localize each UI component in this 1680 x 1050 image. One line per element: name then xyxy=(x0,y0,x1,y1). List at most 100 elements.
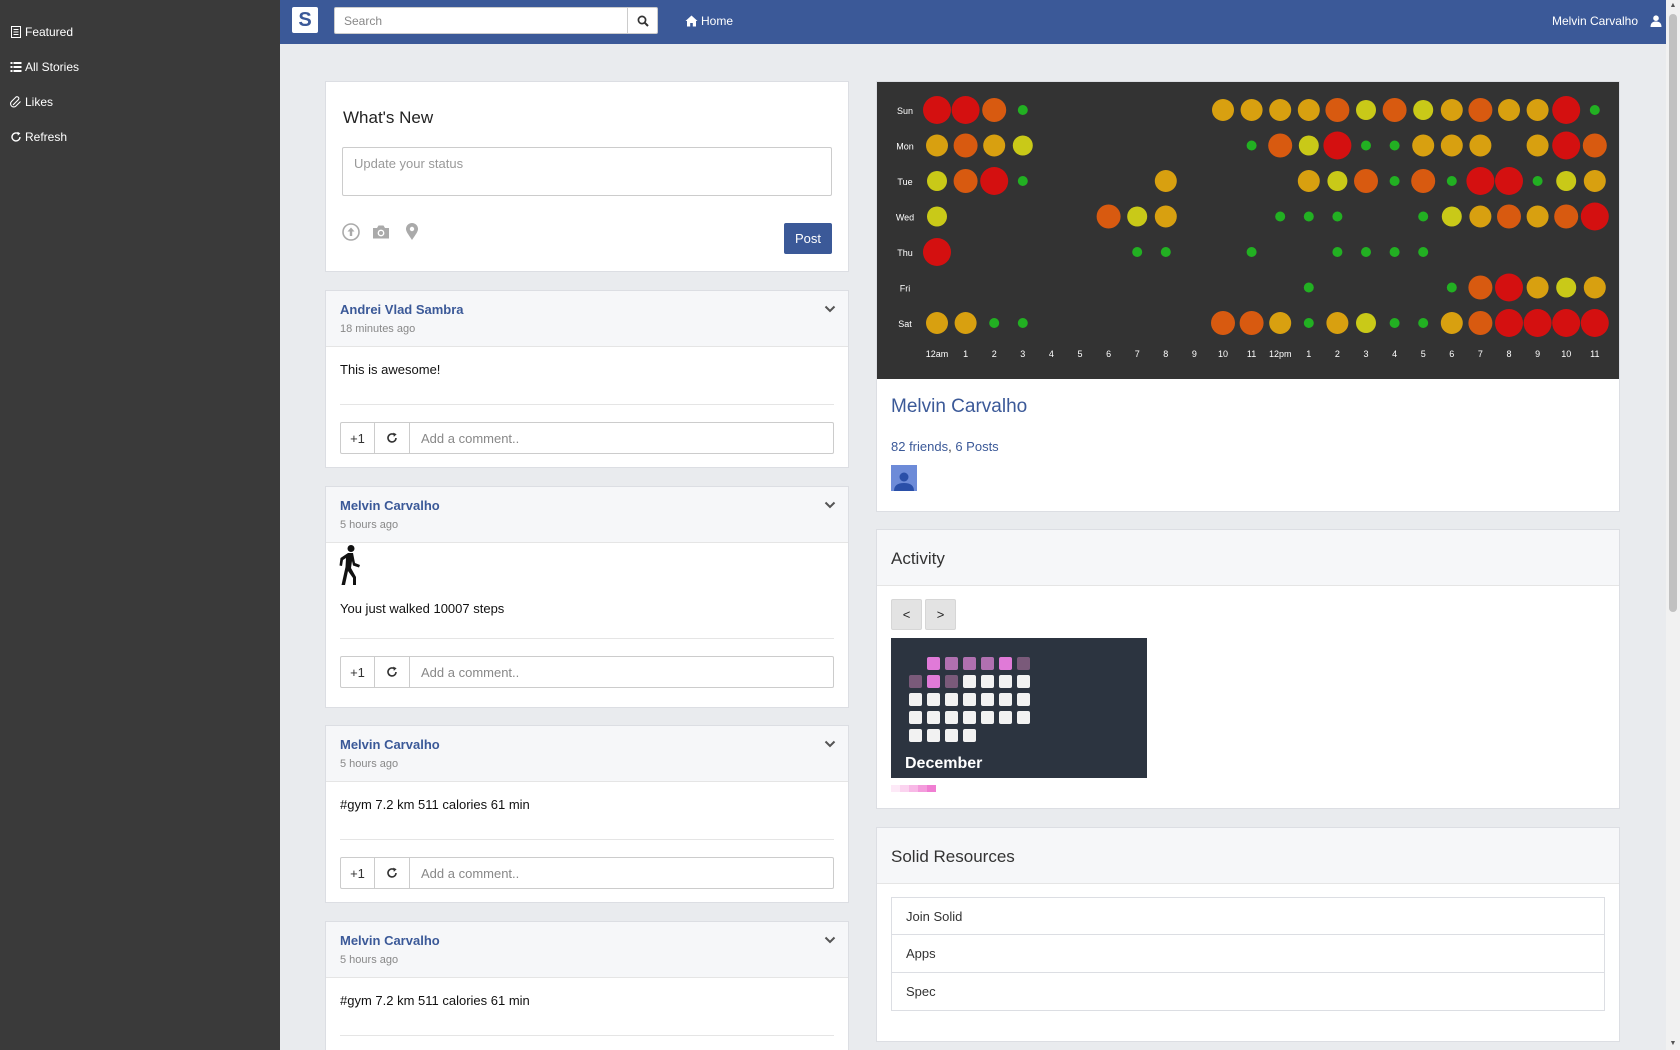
post-author-link[interactable]: Melvin Carvalho xyxy=(340,737,440,752)
posts-link[interactable]: 6 Posts xyxy=(955,439,998,454)
comment-bar: +1 xyxy=(340,422,834,454)
calendar-day-cell[interactable] xyxy=(999,711,1012,724)
punchcard-hour-label: 7 xyxy=(1135,349,1140,359)
location-icon[interactable] xyxy=(403,223,421,241)
share-button[interactable] xyxy=(375,422,410,454)
share-button[interactable] xyxy=(375,857,410,889)
calendar-day-cell[interactable] xyxy=(1017,675,1030,688)
calendar-day-cell[interactable] xyxy=(909,675,922,688)
sidebar-item-likes[interactable]: Likes xyxy=(0,84,280,119)
comment-input[interactable] xyxy=(410,656,834,688)
post-author-link[interactable]: Andrei Vlad Sambra xyxy=(340,302,464,317)
sidebar-item-all-stories[interactable]: All Stories xyxy=(0,49,280,84)
punchcard-dot xyxy=(923,96,951,124)
punchcard-dot xyxy=(1523,309,1552,337)
comment-input[interactable] xyxy=(410,422,834,454)
sidebar-item-featured[interactable]: Featured xyxy=(0,14,280,49)
post-author-link[interactable]: Melvin Carvalho xyxy=(340,933,440,948)
calendar-day-cell[interactable] xyxy=(981,711,994,724)
calendar-day-cell[interactable] xyxy=(999,675,1012,688)
punchcard-dot xyxy=(1297,99,1320,121)
punchcard-dot xyxy=(926,312,948,334)
calendar-day-cell[interactable] xyxy=(945,729,958,742)
post-author-link[interactable]: Melvin Carvalho xyxy=(340,498,440,513)
search-input[interactable] xyxy=(334,7,628,34)
calendar-day-cell[interactable] xyxy=(963,711,976,724)
scroll-up-arrow-icon[interactable]: ▲ xyxy=(1669,2,1677,10)
punchcard-dot xyxy=(951,96,980,124)
post-divider xyxy=(340,1035,834,1036)
punchcard-dot xyxy=(1580,309,1609,337)
punchcard-dot xyxy=(1154,170,1177,192)
resource-link-join[interactable]: Join Solid xyxy=(891,897,1605,935)
punchcard-dot xyxy=(1127,206,1148,227)
chevron-down-icon[interactable] xyxy=(824,499,836,511)
punchcard-dot xyxy=(1526,205,1549,228)
post-button[interactable]: Post xyxy=(784,223,832,254)
comment-input[interactable] xyxy=(410,857,834,889)
calendar-day-cell[interactable] xyxy=(999,693,1012,706)
calendar-day-cell[interactable] xyxy=(963,657,976,670)
profile-name[interactable]: Melvin Carvalho xyxy=(891,396,1027,418)
calendar-day-cell[interactable] xyxy=(981,675,994,688)
calendar-day-cell[interactable] xyxy=(927,693,940,706)
month-calendar: December xyxy=(891,638,1147,778)
scroll-down-arrow-icon[interactable]: ▼ xyxy=(1669,1040,1677,1048)
calendar-day-cell[interactable] xyxy=(945,675,958,688)
camera-icon[interactable] xyxy=(372,223,390,241)
punchcard-dot xyxy=(1211,311,1235,335)
calendar-day-cell[interactable] xyxy=(927,657,940,670)
calendar-day-cell[interactable] xyxy=(1017,693,1030,706)
plus-one-button[interactable]: +1 xyxy=(340,422,375,454)
resource-link-spec[interactable]: Spec xyxy=(891,973,1605,1011)
share-button[interactable] xyxy=(375,656,410,688)
post-header: Melvin Carvalho 5 hours ago xyxy=(326,487,848,543)
calendar-day-cell[interactable] xyxy=(945,657,958,670)
calendar-day-cell[interactable] xyxy=(1017,657,1030,670)
punchcard-day-label: Mon xyxy=(896,142,914,152)
next-month-button[interactable]: > xyxy=(925,599,956,630)
friend-avatar[interactable] xyxy=(891,465,917,491)
calendar-day-cell[interactable] xyxy=(963,675,976,688)
punchcard-day-label: Sun xyxy=(897,106,913,116)
calendar-day-cell[interactable] xyxy=(999,657,1012,670)
plus-one-button[interactable]: +1 xyxy=(340,857,375,889)
calendar-day-cell[interactable] xyxy=(945,711,958,724)
app-logo[interactable]: S xyxy=(292,7,318,33)
search-icon xyxy=(637,15,649,27)
punchcard-dot xyxy=(1446,176,1457,186)
calendar-day-cell[interactable] xyxy=(963,693,976,706)
punchcard-dot xyxy=(1497,204,1521,229)
calendar-day-cell[interactable] xyxy=(927,711,940,724)
chevron-down-icon[interactable] xyxy=(824,738,836,750)
punchcard-dot xyxy=(1132,247,1143,257)
search-button[interactable] xyxy=(627,7,658,34)
plus-one-button[interactable]: +1 xyxy=(340,656,375,688)
punchcard-dot xyxy=(1096,204,1121,229)
calendar-day-cell[interactable] xyxy=(909,693,922,706)
home-link[interactable]: Home xyxy=(685,14,733,28)
scroll-thumb[interactable] xyxy=(1669,14,1677,612)
page-scrollbar[interactable]: ▲ ▼ xyxy=(1666,0,1680,1050)
calendar-day-cell[interactable] xyxy=(945,693,958,706)
calendar-day-cell[interactable] xyxy=(927,675,940,688)
chevron-down-icon[interactable] xyxy=(824,934,836,946)
calendar-day-cell[interactable] xyxy=(981,693,994,706)
calendar-day-cell[interactable] xyxy=(981,657,994,670)
prev-month-button[interactable]: < xyxy=(891,599,922,630)
calendar-day-cell[interactable] xyxy=(963,729,976,742)
punchcard-dot xyxy=(1327,171,1348,191)
chevron-down-icon[interactable] xyxy=(824,303,836,315)
resource-link-apps[interactable]: Apps xyxy=(891,935,1605,973)
calendar-day-cell[interactable] xyxy=(909,729,922,742)
upload-icon[interactable] xyxy=(342,223,360,241)
status-input[interactable] xyxy=(342,147,832,196)
sidebar-item-refresh[interactable]: Refresh xyxy=(0,119,280,154)
status-composer: What's New Post xyxy=(325,81,849,272)
calendar-day-cell[interactable] xyxy=(909,711,922,724)
friends-link[interactable]: 82 friends xyxy=(891,439,948,454)
calendar-day-cell[interactable] xyxy=(1017,711,1030,724)
comment-bar: +1 xyxy=(340,857,834,889)
user-menu[interactable]: Melvin Carvalho xyxy=(1552,14,1662,28)
calendar-day-cell[interactable] xyxy=(927,729,940,742)
